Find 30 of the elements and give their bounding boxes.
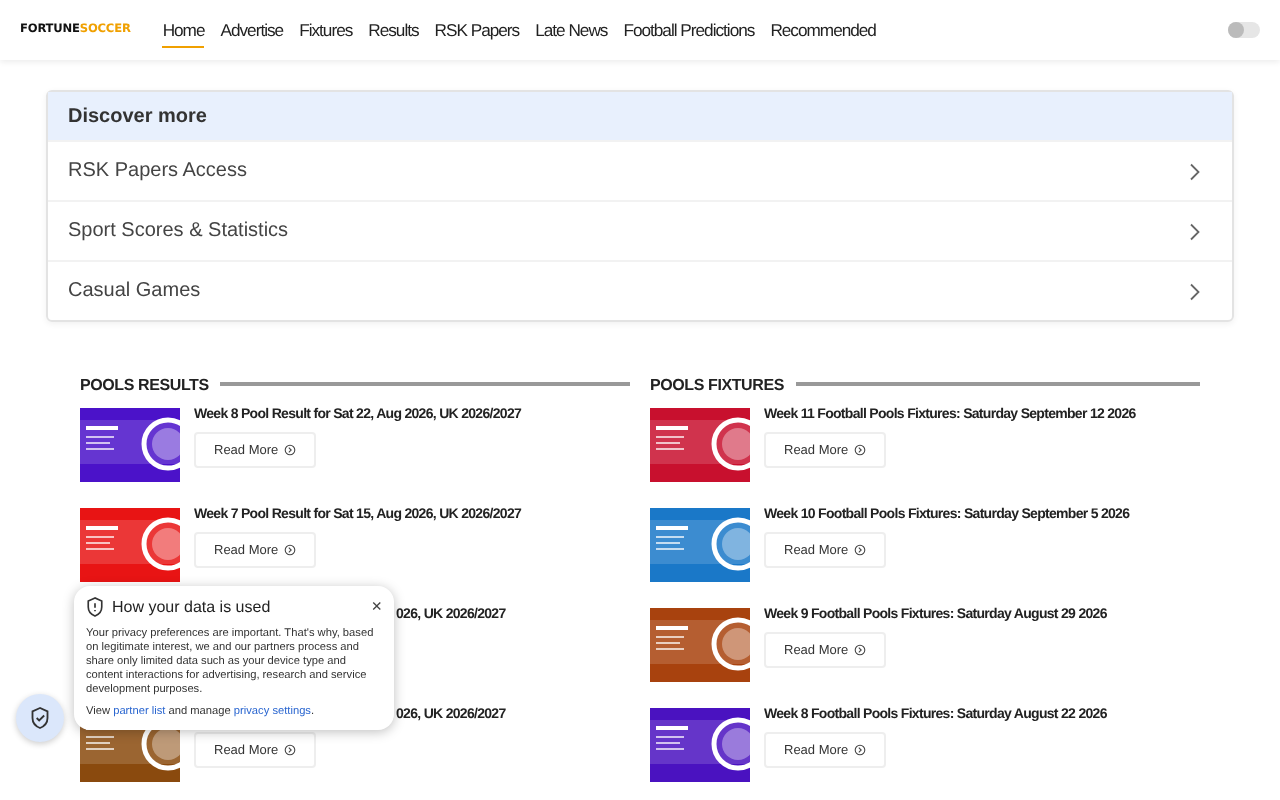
privacy-button[interactable] <box>16 694 64 742</box>
nav-link[interactable]: Recommended <box>770 13 876 47</box>
nav-link[interactable]: Home <box>162 13 205 47</box>
arrow-circle-icon <box>854 644 867 656</box>
arrow-circle-icon <box>284 444 297 456</box>
arrow-circle-icon <box>854 444 867 456</box>
nav-link[interactable]: Football Predictions <box>623 13 755 47</box>
theme-toggle[interactable] <box>1228 22 1260 38</box>
discover-link[interactable]: Casual Games <box>48 260 1232 320</box>
shield-icon <box>86 596 104 618</box>
chevron-icon <box>1188 281 1200 301</box>
nav-link[interactable]: Advertise <box>220 13 284 47</box>
arrow-circle-icon <box>284 744 297 756</box>
discover-link[interactable]: RSK Papers Access <box>48 140 1232 200</box>
nav-link[interactable]: RSK Papers <box>434 13 520 47</box>
shield-check-icon <box>30 706 50 730</box>
nav-link[interactable]: Late News <box>535 13 608 47</box>
nav-link[interactable]: Results <box>368 13 419 47</box>
arrow-circle-icon <box>854 744 867 756</box>
arrow-circle-icon <box>284 544 297 556</box>
chevron-icon <box>1188 161 1200 181</box>
discover-link[interactable]: Sport Scores & Statistics <box>48 200 1232 260</box>
arrow-circle-icon <box>854 544 867 556</box>
section-heading: POOLS RESULTS <box>80 375 209 393</box>
nav-link[interactable]: Fixtures <box>299 13 353 47</box>
close-icon[interactable]: × <box>371 598 382 616</box>
popup-title: How your data is used <box>112 598 271 616</box>
chevron-icon <box>1188 221 1200 241</box>
card-header: Discover more <box>48 92 1232 140</box>
section-heading: POOLS FIXTURES <box>650 375 784 393</box>
